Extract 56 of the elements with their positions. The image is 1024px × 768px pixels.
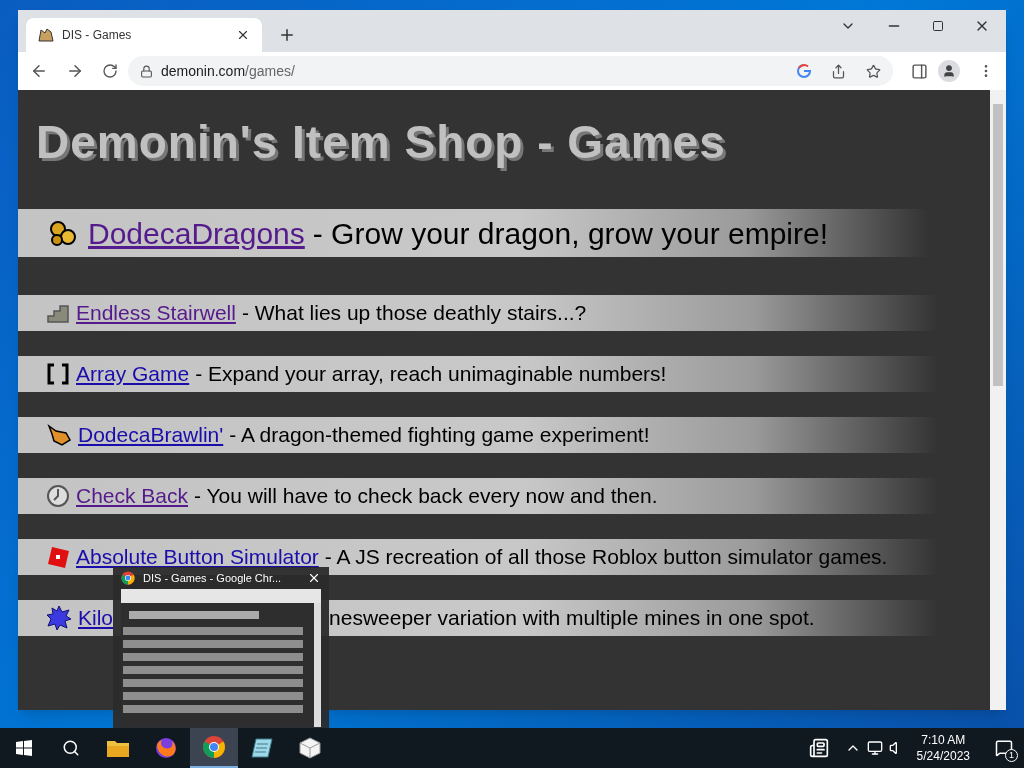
page-heading: Demonin's Item Shop - Games: [36, 115, 727, 170]
reload-icon[interactable]: [102, 63, 118, 79]
brackets-icon: [46, 363, 70, 385]
time-text: 7:10 AM: [921, 732, 966, 748]
game-description: - What lies up those deathly stairs...?: [241, 300, 587, 327]
game-link[interactable]: DodecaBrawlin': [78, 419, 224, 451]
game-description: nesweeper variation with multiple mines in one spot.: [329, 605, 815, 632]
back-icon[interactable]: [30, 62, 48, 80]
tab-title: DIS - Games: [62, 27, 133, 44]
profile-avatar[interactable]: [938, 60, 960, 82]
new-tab-icon[interactable]: [278, 26, 296, 44]
game-link[interactable]: Array Game: [76, 358, 190, 390]
date-text: 5/24/2023: [916, 748, 970, 764]
fox-globe-icon: [154, 736, 178, 760]
game-description: - You will have to check back every now and then.: [194, 483, 658, 510]
close-icon[interactable]: [307, 571, 321, 585]
window-preview-popup[interactable]: DIS - Games - Google Chr...: [113, 567, 329, 728]
browser-tab[interactable]: DIS - Games: [26, 18, 262, 52]
google-icon[interactable]: [797, 64, 811, 78]
folder-icon: [106, 738, 130, 758]
side-panel-icon[interactable]: [911, 62, 928, 80]
lock-icon: [140, 64, 153, 78]
url-text: demonin.com/games/: [161, 61, 296, 81]
game-description: - A dragon-themed fighting game experiment!: [229, 422, 650, 449]
bookmark-icon[interactable]: [866, 63, 881, 79]
game-link[interactable]: Check Back: [76, 480, 189, 512]
notification-button[interactable]: 1: [984, 728, 1024, 768]
scrollbar[interactable]: [990, 90, 1006, 710]
preview-title: DIS - Games - Google Chr...: [143, 570, 283, 586]
clock[interactable]: 7:10 AM 5/24/2023: [916, 732, 970, 764]
network-icon[interactable]: [866, 740, 883, 756]
share-icon[interactable]: [831, 63, 846, 79]
scrollbar-thumb[interactable]: [993, 104, 1003, 386]
news-icon[interactable]: [808, 738, 829, 758]
dragon-icon: [46, 423, 72, 447]
clock-icon: [46, 484, 70, 508]
maximize-icon[interactable]: [932, 20, 944, 32]
game-link[interactable]: Endless Stairwell: [76, 297, 236, 329]
chrome-icon: [120, 570, 136, 586]
notepad-icon: [250, 736, 274, 760]
game-link[interactable]: DodecaDragons: [88, 210, 305, 256]
search-icon[interactable]: [62, 739, 80, 757]
pixel-dragon-icon: [38, 27, 54, 43]
chrome-icon: [202, 735, 226, 759]
notification-count: 1: [1005, 749, 1018, 762]
windows-icon[interactable]: [16, 740, 32, 756]
game-link[interactable]: Kilo: [78, 602, 114, 634]
notification-icon: [995, 739, 1013, 757]
game-description: - Grow your dragon, grow your empire!: [312, 215, 828, 252]
address-bar[interactable]: demonin.com/games/: [128, 56, 893, 86]
close-icon[interactable]: [236, 28, 250, 42]
forward-icon[interactable]: [66, 62, 84, 80]
cube-icon: [298, 736, 322, 760]
stairs-icon: [46, 302, 70, 324]
person-icon: [942, 64, 956, 78]
game-description: - Expand your array, reach unimaginable numbers!: [195, 361, 667, 388]
